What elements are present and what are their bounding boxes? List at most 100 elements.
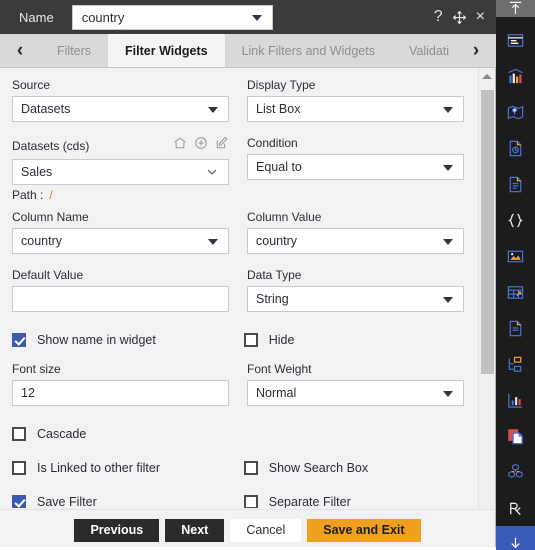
path-value: / <box>49 188 53 202</box>
row-cascade: Cascade <box>12 422 464 446</box>
filter-widgets-dialog: Name country ? × ‹ Filters Filter Widget… <box>0 0 535 550</box>
field-datasets: Datasets (cds) Sales Path: / <box>12 136 229 202</box>
add-circle-icon[interactable] <box>194 136 208 155</box>
checkbox-box[interactable] <box>243 495 258 508</box>
column-value-select[interactable]: country <box>247 228 464 254</box>
rail-item-text-document[interactable] <box>496 166 535 202</box>
data-type-value: String <box>256 292 289 306</box>
checkbox-label: Show name in widget <box>37 333 156 347</box>
rail-item-chart-panel[interactable] <box>496 382 535 418</box>
tab-scroll-right-button[interactable]: › <box>456 34 496 67</box>
chevron-down-icon <box>443 297 453 303</box>
font-size-input[interactable]: 12 <box>12 380 229 406</box>
rail-item-page[interactable] <box>496 310 535 346</box>
chevron-down-icon <box>443 391 453 397</box>
scroll-down-button[interactable] <box>479 493 496 509</box>
edit-icon[interactable] <box>215 136 229 155</box>
row-default-value-data-type: Default Value Data Type String <box>12 268 464 312</box>
checkbox-show-search-box[interactable]: Show Search Box <box>243 456 464 480</box>
rail-item-table[interactable] <box>496 274 535 310</box>
column-name-select[interactable]: country <box>12 228 229 254</box>
column-name-value: country <box>21 234 62 248</box>
checkbox-box[interactable] <box>12 333 26 347</box>
home-icon[interactable] <box>173 136 187 155</box>
font-weight-select[interactable]: Normal <box>247 380 464 406</box>
rail-item-copy-page[interactable] <box>496 418 535 454</box>
display-type-value: List Box <box>256 102 301 116</box>
dialog-title-bar: Name country ? × <box>0 0 496 34</box>
rail-item-hierarchy[interactable] <box>496 346 535 382</box>
condition-value: Equal to <box>256 160 302 174</box>
move-icon[interactable] <box>452 10 467 25</box>
source-label: Source <box>12 78 51 92</box>
condition-select[interactable]: Equal to <box>247 154 464 180</box>
form-vertical-scrollbar[interactable] <box>478 68 495 509</box>
checkbox-box[interactable] <box>12 495 26 508</box>
rail-item-document-refresh[interactable] <box>496 130 535 166</box>
path-label: Path : <box>12 188 44 202</box>
source-value: Datasets <box>21 102 71 116</box>
datasets-actions <box>173 136 229 155</box>
rail-item-dashboard[interactable] <box>496 22 535 58</box>
chevron-down-icon <box>443 165 453 171</box>
previous-button[interactable]: Previous <box>74 518 160 542</box>
tab-filter-widgets[interactable]: Filter Widgets <box>108 34 225 67</box>
checkbox-box[interactable] <box>243 461 258 475</box>
rail-item-download[interactable] <box>496 526 535 550</box>
tab-scroll-left-button[interactable]: ‹ <box>0 34 40 67</box>
tab-link-filters-and-widgets[interactable]: Link Filters and Widgets <box>225 34 392 67</box>
name-select-value: country <box>81 9 125 25</box>
rail-item-prescription[interactable] <box>496 490 535 526</box>
form-scroll-area: Source Datasets Display Type List Box Da… <box>0 68 478 508</box>
rail-item-cubes[interactable] <box>496 454 535 490</box>
checkbox-is-linked-to-other-filter[interactable]: Is Linked to other filter <box>12 456 244 480</box>
checkbox-save-filter[interactable]: Save Filter <box>12 490 244 508</box>
data-type-select[interactable]: String <box>247 286 464 312</box>
checkbox-cascade[interactable]: Cascade <box>12 422 254 446</box>
field-column-value: Column Value country <box>247 210 464 254</box>
checkbox-box[interactable] <box>12 427 26 441</box>
name-select[interactable]: country <box>71 4 273 30</box>
tab-filters[interactable]: Filters <box>40 34 108 67</box>
font-size-label: Font size <box>12 362 61 376</box>
field-condition: Condition Equal to <box>247 136 464 202</box>
condition-label: Condition <box>247 136 298 150</box>
scrollbar-thumb[interactable] <box>481 90 494 374</box>
path-info: Path : / <box>12 188 229 202</box>
datasets-label-row: Datasets (cds) <box>12 136 229 155</box>
dialog-body: Source Datasets Display Type List Box Da… <box>0 68 496 550</box>
datasets-select[interactable]: Sales <box>12 159 229 185</box>
rail-item-bar-chart[interactable] <box>496 58 535 94</box>
help-icon[interactable]: ? <box>434 9 443 25</box>
field-data-type: Data Type String <box>247 268 464 312</box>
source-select[interactable]: Datasets <box>12 96 229 122</box>
checkbox-label: Is Linked to other filter <box>37 461 160 475</box>
checkbox-show-name-in-widget[interactable]: Show name in widget <box>12 328 244 352</box>
row-column-name-value: Column Name country Column Value country <box>12 210 464 254</box>
save-and-exit-button[interactable]: Save and Exit <box>307 518 421 542</box>
row-datasets-condition: Datasets (cds) Sales Path: / Condition … <box>12 136 464 202</box>
display-type-select[interactable]: List Box <box>247 96 464 122</box>
dialog-button-bar: Previous Next Cancel Save and Exit <box>0 509 495 550</box>
next-button[interactable]: Next <box>165 518 225 542</box>
checkbox-hide[interactable]: Hide <box>243 328 464 352</box>
rail-collapse-button[interactable] <box>496 0 535 17</box>
checkbox-separate-filter[interactable]: Separate Filter <box>243 490 464 508</box>
cancel-button[interactable]: Cancel <box>230 518 302 542</box>
field-source: Source Datasets <box>12 78 229 122</box>
rail-item-image[interactable] <box>496 238 535 274</box>
close-icon[interactable]: × <box>476 9 485 25</box>
display-type-label: Display Type <box>247 78 316 92</box>
row-show-name-hide: Show name in widget Hide <box>12 328 464 352</box>
field-column-name: Column Name country <box>12 210 229 254</box>
rail-item-map[interactable] <box>496 94 535 130</box>
chevron-down-icon <box>208 107 218 113</box>
default-value-input[interactable] <box>12 286 229 312</box>
scroll-up-button[interactable] <box>479 68 495 84</box>
checkbox-box[interactable] <box>12 461 26 475</box>
rail-icon-list <box>496 17 535 550</box>
rail-item-code-braces[interactable] <box>496 202 535 238</box>
checkbox-box[interactable] <box>243 333 258 347</box>
data-type-label: Data Type <box>247 268 302 282</box>
tab-validation[interactable]: Validati <box>392 34 456 67</box>
